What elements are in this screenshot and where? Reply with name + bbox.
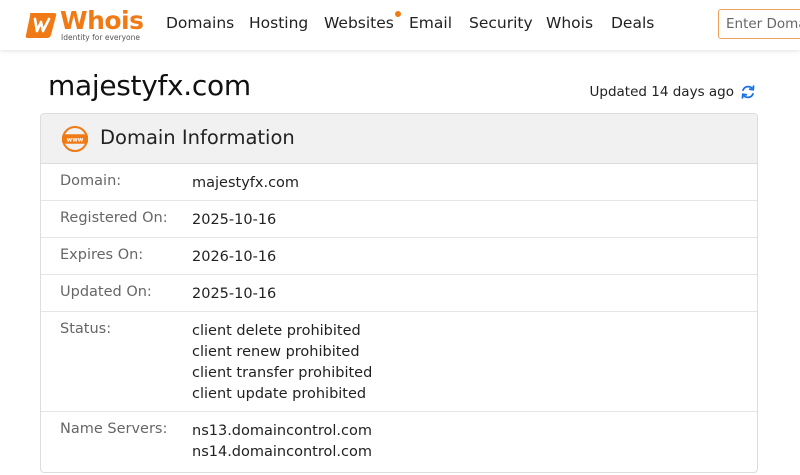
info-row-name-servers: Name Servers: ns13.domaincontrol.com ns1… xyxy=(41,412,757,472)
updated-text: Updated 14 days ago xyxy=(589,84,734,100)
nav-hosting[interactable]: Hosting xyxy=(249,14,308,32)
name-server-value: ns14.domaincontrol.com xyxy=(192,444,372,460)
www-globe-icon: www xyxy=(62,126,88,152)
page-title: majestyfx.com xyxy=(48,69,251,102)
row-value: majestyfx.com xyxy=(192,175,300,191)
row-values: 2025-10-16 xyxy=(192,210,276,231)
card-title: Domain Information xyxy=(100,126,295,149)
status-value: client update prohibited xyxy=(192,386,367,402)
nav-security[interactable]: Security xyxy=(469,14,533,32)
nav-deals[interactable]: Deals xyxy=(611,14,654,32)
nav-websites-label: Websites xyxy=(324,14,394,32)
whois-logo[interactable]: Whois Identity for everyone xyxy=(24,6,144,42)
refresh-icon[interactable] xyxy=(740,84,756,100)
domain-info-card: www Domain Information Domain: majestyfx… xyxy=(40,113,758,473)
info-row-status: Status: client delete prohibited client … xyxy=(41,312,757,412)
top-navbar: Whois Identity for everyone Domains Host… xyxy=(0,0,800,50)
status-value: client transfer prohibited xyxy=(192,365,373,381)
info-row-updated: Updated On: 2025-10-16 xyxy=(41,275,757,312)
updated-status: Updated 14 days ago xyxy=(590,84,756,100)
nav-websites[interactable]: Websites xyxy=(324,11,401,32)
new-dot-icon xyxy=(394,11,401,17)
info-row-domain: Domain: majestyfx.com xyxy=(41,164,757,201)
row-values: client delete prohibited client renew pr… xyxy=(192,321,372,405)
status-value: client delete prohibited xyxy=(192,323,361,339)
row-label: Domain: xyxy=(60,173,122,189)
logo-tagline: Identity for everyone xyxy=(61,33,140,42)
svg-text:www: www xyxy=(67,136,84,143)
info-row-registered: Registered On: 2025-10-16 xyxy=(41,201,757,238)
row-values: 2026-10-16 xyxy=(192,247,276,268)
row-values: 2025-10-16 xyxy=(192,284,276,305)
logo-word: Whois xyxy=(60,6,144,35)
row-value: 2025-10-16 xyxy=(192,286,277,302)
nav-whois[interactable]: Whois xyxy=(546,14,593,32)
row-value: 2026-10-16 xyxy=(192,249,277,265)
row-values: majestyfx.com xyxy=(192,173,299,194)
row-value: 2025-10-16 xyxy=(192,212,277,228)
nav-email[interactable]: Email xyxy=(409,14,452,32)
domain-search-input[interactable] xyxy=(718,9,800,39)
info-row-expires: Expires On: 2026-10-16 xyxy=(41,238,757,275)
name-server-value: ns13.domaincontrol.com xyxy=(192,423,372,439)
row-label: Registered On: xyxy=(60,210,168,226)
nav-domains[interactable]: Domains xyxy=(166,14,234,32)
row-label: Expires On: xyxy=(60,247,144,263)
card-header: www Domain Information xyxy=(41,114,757,164)
status-value: client renew prohibited xyxy=(192,344,360,360)
row-label: Status: xyxy=(60,321,112,337)
row-label: Name Servers: xyxy=(60,421,168,437)
row-label: Updated On: xyxy=(60,284,152,300)
row-values: ns13.domaincontrol.com ns14.domaincontro… xyxy=(192,421,372,463)
whois-logo-icon xyxy=(25,13,57,38)
